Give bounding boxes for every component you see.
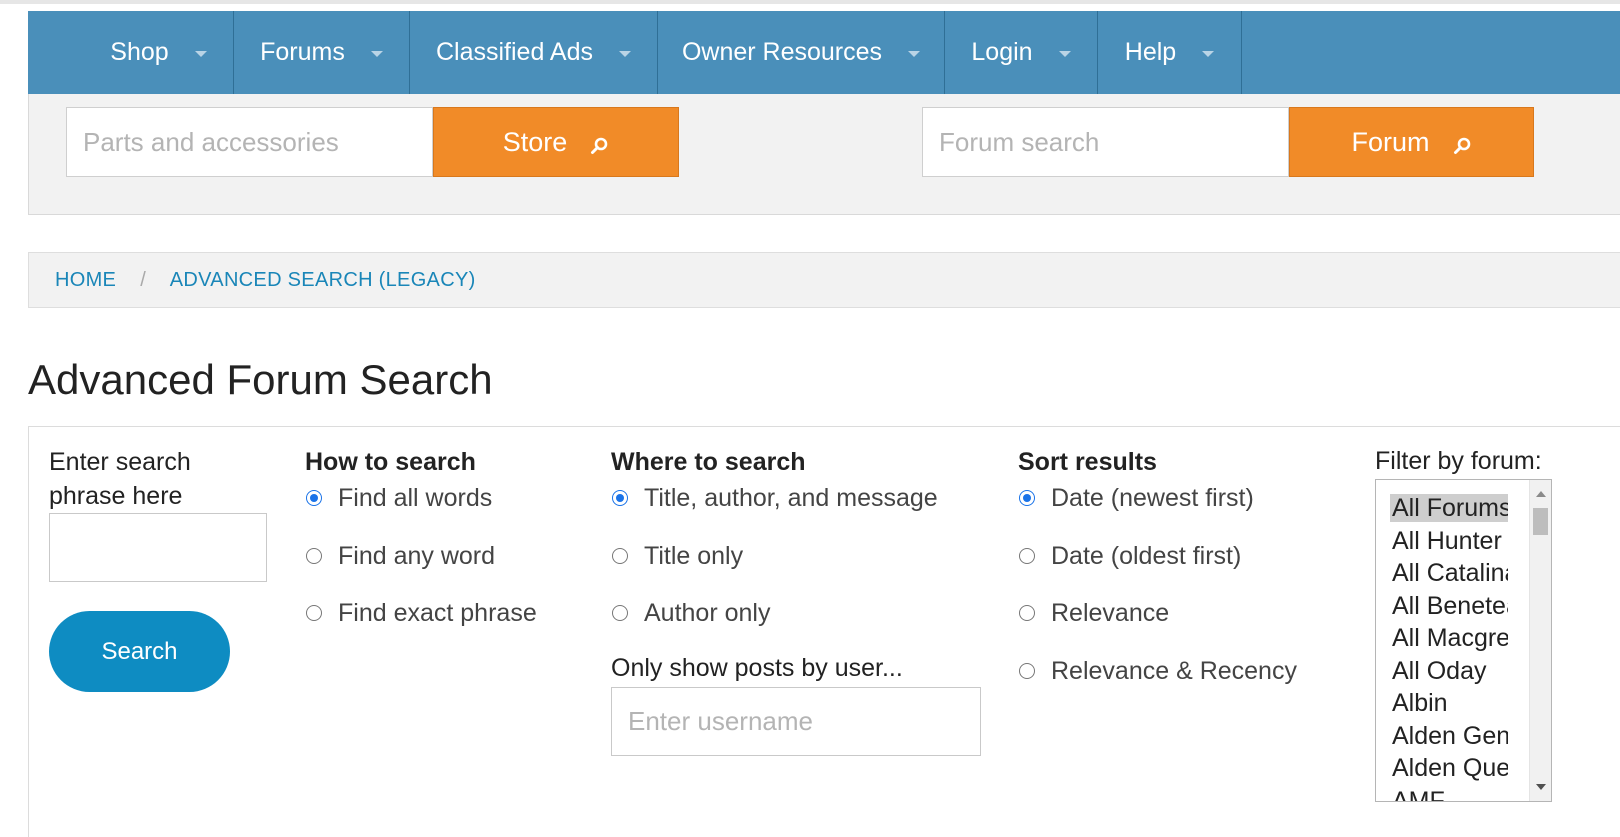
caret-down-icon [1058,50,1071,57]
radio-button[interactable] [612,605,628,621]
nav-item-classified-ads[interactable]: Classified Ads [410,11,658,94]
radio-button[interactable] [1019,663,1035,679]
store-button-label: Store [502,126,568,157]
search-icon [589,132,609,154]
nav-item-label: Owner Resources [681,38,883,66]
nav-item-help[interactable]: Help [1098,11,1242,94]
nav-item-label: Shop [110,38,169,66]
sort-results-group: Sort results Date (newest first) Date (o… [1018,445,1297,688]
listbox-option[interactable]: All Catalina [1376,557,1508,590]
radio-label: Relevance & Recency [1051,656,1297,685]
listbox-option[interactable]: All Macgregor [1376,622,1508,655]
where-to-search-group: Where to search Title, author, and messa… [611,445,938,685]
store-search-placeholder: Parts and accessories [83,126,339,157]
search-button-label: Search [101,637,178,665]
radio-button[interactable] [612,548,628,564]
radio-label: Relevance [1051,598,1170,627]
scroll-up-arrow-icon[interactable] [1536,491,1546,497]
radio-button[interactable] [1019,605,1035,621]
radio-button-checked[interactable] [612,490,628,506]
nav-item-shop[interactable]: Shop [28,11,234,94]
forum-search-input[interactable]: Forum search [922,107,1289,177]
phrase-column: Enter search phrase here [49,445,279,513]
caret-down-icon [908,50,921,57]
breadcrumb: HOME / ADVANCED SEARCH (LEGACY) [28,252,1620,308]
nav-item-label: Forums [260,38,345,66]
radio-label: Author only [644,598,771,627]
nav-item-login[interactable]: Login [945,11,1098,94]
radio-label: Find all words [338,483,493,512]
search-icon [1452,132,1472,154]
radio-label: Date (oldest first) [1051,541,1242,570]
where-to-search-heading: Where to search [611,448,806,476]
nav-item-forums[interactable]: Forums [234,11,410,94]
forum-filter-label: Filter by forum: [1375,447,1542,475]
radio-button[interactable] [1019,548,1035,564]
breadcrumb-current-link[interactable]: ADVANCED SEARCH (LEGACY) [170,269,476,292]
radio-label: Title only [644,541,744,570]
radio-button[interactable] [306,605,322,621]
breadcrumb-separator: / [140,268,146,291]
forum-search-placeholder: Forum search [939,126,1100,157]
phrase-label: Enter search phrase here [49,448,191,510]
nav-item-label: Help [1124,38,1177,66]
radio-button-checked[interactable] [1019,490,1035,506]
user-filter-label: Only show posts by user... [611,654,903,682]
radio-author-only[interactable]: Author only [611,596,938,630]
listbox-option[interactable]: Albin [1376,687,1508,720]
radio-label: Find any word [338,541,496,570]
username-input[interactable]: Enter username [611,687,981,756]
username-placeholder: Enter username [628,706,813,736]
advanced-search-form: Enter search phrase here Search How to s… [28,426,1620,837]
listbox-option[interactable]: AMF [1376,785,1508,802]
page-title: Advanced Forum Search [28,356,493,403]
radio-relevance[interactable]: Relevance [1018,596,1297,630]
listbox-scrollbar[interactable] [1529,480,1551,801]
listbox-option[interactable]: Alden General [1376,720,1508,753]
radio-label: Title, author, and message [644,483,938,512]
search-button[interactable]: Search [49,611,230,692]
listbox-option[interactable]: All Oday [1376,655,1508,688]
store-search-button[interactable]: Store [433,107,679,177]
breadcrumb-home-link[interactable]: HOME [55,269,116,292]
radio-label: Find exact phrase [338,598,537,627]
radio-title-only[interactable]: Title only [611,539,938,573]
radio-date-newest[interactable]: Date (newest first) [1018,481,1297,515]
radio-button-checked[interactable] [306,490,322,506]
radio-button[interactable] [306,548,322,564]
nav-item-owner-resources[interactable]: Owner Resources [658,11,945,94]
site-search-bar: Parts and accessories Store Forum search… [28,94,1620,215]
main-nav: Shop Forums Classified Ads Owner Resourc… [28,11,1620,94]
scrollbar-thumb[interactable] [1533,508,1548,535]
radio-date-oldest[interactable]: Date (oldest first) [1018,539,1297,573]
sort-results-heading: Sort results [1018,448,1157,476]
radio-find-all-words[interactable]: Find all words [305,481,537,515]
window-top-border [0,0,1620,4]
forum-search-button[interactable]: Forum [1289,107,1534,177]
nav-item-label: Login [971,38,1033,66]
caret-down-icon [370,50,383,57]
nav-item-label: Classified Ads [435,38,594,66]
caret-down-icon [194,50,207,57]
listbox-option[interactable]: All Beneteau [1376,590,1508,623]
how-to-search-heading: How to search [305,448,476,476]
radio-label: Date (newest first) [1051,483,1254,512]
radio-title-author-message[interactable]: Title, author, and message [611,481,938,515]
forum-filter-listbox[interactable]: All Forums All Hunter All Catalina All B… [1375,479,1552,802]
store-search-input[interactable]: Parts and accessories [66,107,433,177]
caret-down-icon [1202,50,1215,57]
listbox-option[interactable]: Alden Questions [1376,752,1508,785]
listbox-option[interactable]: All Hunter [1376,525,1508,558]
scroll-down-arrow-icon[interactable] [1536,784,1546,790]
how-to-search-group: How to search Find all words Find any wo… [305,445,537,630]
radio-find-exact-phrase[interactable]: Find exact phrase [305,596,537,630]
forum-button-label: Forum [1351,126,1430,157]
forum-filter-group: Filter by forum: [1375,444,1542,478]
radio-find-any-word[interactable]: Find any word [305,539,537,573]
listbox-option-selected[interactable]: All Forums [1376,492,1508,525]
search-phrase-input[interactable] [49,513,267,582]
caret-down-icon [619,50,632,57]
radio-relevance-recency[interactable]: Relevance & Recency [1018,654,1297,688]
